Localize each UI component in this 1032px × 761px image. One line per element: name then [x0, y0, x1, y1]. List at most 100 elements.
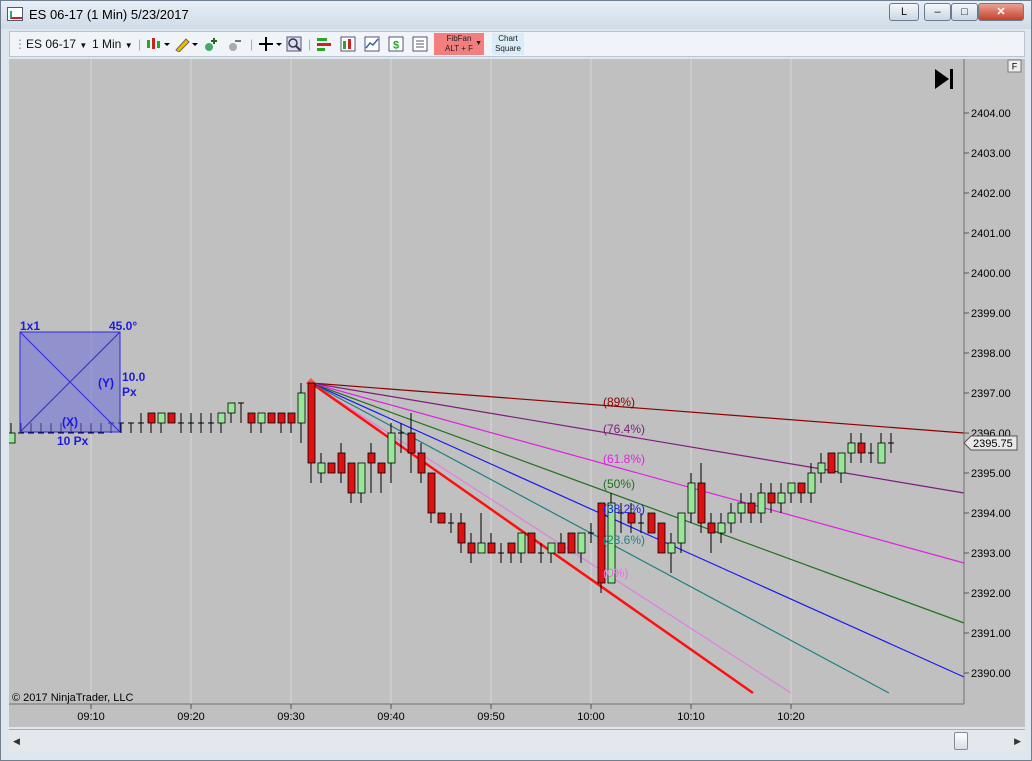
toolbar-separator: | — [308, 37, 312, 51]
square-angle-label: 45.0° — [109, 319, 137, 333]
dollar-icon[interactable]: $ — [388, 36, 404, 52]
scrollbar-thumb[interactable] — [954, 732, 968, 750]
close-button[interactable]: ✕ — [978, 3, 1024, 21]
x-tick-label: 09:10 — [77, 711, 105, 723]
candle-body — [727, 512, 736, 524]
panel-flag: F — [1012, 62, 1018, 72]
candle-body — [377, 462, 386, 474]
minimize-button[interactable]: – — [924, 3, 951, 21]
y-tick-label: 2395.00 — [971, 468, 1011, 480]
candle-body — [257, 412, 266, 424]
candle-body — [647, 512, 656, 534]
chart-square-label-line1: Chart — [498, 34, 518, 43]
last-price-marker: 2395.75 — [963, 435, 1018, 451]
x-tick-label: 10:20 — [777, 711, 805, 723]
window-title: ES 06-17 (1 Min) 5/23/2017 — [29, 7, 189, 22]
candle-body — [317, 462, 326, 474]
candle-body — [267, 412, 276, 424]
candle-body — [477, 542, 486, 554]
toolbar-grip: ⋮ — [14, 37, 26, 51]
y-tick-label: 2397.00 — [971, 388, 1011, 400]
candle-body — [417, 452, 426, 474]
candle-body — [147, 412, 156, 424]
candle-body — [457, 522, 466, 544]
x-tick-label: 10:00 — [577, 711, 605, 723]
y-tick-label: 2400.00 — [971, 268, 1011, 280]
candle-body — [547, 542, 556, 554]
candle-body — [657, 522, 666, 554]
toolbar-separator: | — [250, 37, 254, 51]
strategies-icon[interactable] — [316, 36, 332, 52]
candle-body — [857, 442, 866, 454]
scroll-left-icon[interactable]: ◀ — [13, 736, 20, 747]
square-x-value: 10 Px — [57, 434, 89, 448]
line-chart-icon[interactable] — [364, 36, 380, 52]
y-tick-label: 2392.00 — [971, 588, 1011, 600]
y-tick-label: 2399.00 — [971, 308, 1011, 320]
candle-body — [277, 412, 286, 424]
candle-body — [387, 432, 396, 464]
crosshair-icon[interactable] — [258, 36, 282, 52]
y-tick-label: 2390.00 — [971, 668, 1011, 680]
interval-selector[interactable]: 1 Min ▼ — [92, 35, 133, 53]
candle-body — [797, 482, 806, 494]
candle-body — [157, 412, 166, 424]
chart-panel[interactable]: (89%) (76.4%) (61.8%) (50%) (38.2%) (23.… — [7, 59, 1025, 727]
y-axis-labels: 2390.00 2391.00 2392.00 2393.00 2394.00 2395.… — [964, 108, 1011, 680]
zoom-icon[interactable] — [286, 36, 302, 52]
candle-body — [217, 412, 226, 424]
fib-label-0: (0%) — [603, 566, 628, 580]
instrument-selector[interactable]: ES 06-17 ▼ — [26, 35, 87, 53]
title-bar[interactable]: ES 06-17 (1 Min) 5/23/2017 L – □ ✕ — [1, 1, 1031, 29]
candle-body — [567, 532, 576, 554]
candle-body — [427, 472, 436, 514]
bar-chart-icon[interactable] — [340, 36, 356, 52]
remove-indicator-icon[interactable] — [228, 36, 244, 52]
fib-label-89: (89%) — [603, 395, 635, 409]
candle-body — [287, 412, 296, 424]
fib-label-23: (23.6%) — [603, 533, 645, 547]
price-chart[interactable]: (89%) (76.4%) (61.8%) (50%) (38.2%) (23.… — [7, 59, 1025, 727]
x-tick-label: 09:20 — [177, 711, 205, 723]
candle-body — [517, 532, 526, 554]
last-price-text: 2395.75 — [973, 438, 1013, 450]
maximize-button[interactable]: □ — [951, 3, 978, 21]
chart-square-button[interactable]: Chart Square — [492, 33, 524, 55]
candle-body — [487, 542, 496, 554]
candle-body — [557, 542, 566, 554]
svg-text:$: $ — [393, 40, 399, 52]
chevron-down-icon: ▼ — [79, 41, 88, 50]
candle-body — [507, 542, 516, 554]
link-button[interactable]: L — [889, 3, 919, 21]
candle-body — [717, 522, 726, 534]
x-tick-label: 10:10 — [677, 711, 705, 723]
add-indicator-icon[interactable] — [204, 36, 220, 52]
candle-body — [827, 452, 836, 474]
y-tick-label: 2404.00 — [971, 108, 1011, 120]
y-tick-label: 2393.00 — [971, 548, 1011, 560]
chart-toolbar: ⋮ ES 06-17 ▼ 1 Min ▼ | | | $ FibFan ALT … — [9, 31, 1025, 57]
y-tick-label: 2394.00 — [971, 508, 1011, 520]
chart-style-icon[interactable] — [146, 36, 170, 52]
scroll-right-icon[interactable]: ▶ — [1014, 736, 1021, 747]
chart-square-label-line2: Square — [495, 44, 521, 53]
horizontal-scrollbar[interactable]: ◀ ▶ — [9, 729, 1025, 751]
square-y-label: (Y) — [98, 376, 114, 390]
square-x-label: (X) — [62, 415, 78, 429]
candle-body — [227, 402, 236, 414]
chevron-down-icon: ▼ — [475, 40, 482, 47]
candle-body — [367, 452, 376, 464]
pencil-draw-icon[interactable] — [174, 36, 198, 52]
y-tick-label: 2398.00 — [971, 348, 1011, 360]
data-box-icon[interactable] — [412, 36, 428, 52]
candle-body — [327, 462, 336, 474]
candle-body — [877, 442, 886, 464]
y-tick-label: 2391.00 — [971, 628, 1011, 640]
candle-body — [667, 542, 676, 554]
candle-body — [757, 492, 766, 514]
plot-area[interactable] — [9, 59, 964, 704]
candle-body — [7, 432, 16, 444]
x-tick-label: 09:40 — [377, 711, 405, 723]
candle-body — [837, 452, 846, 474]
fibfan-button[interactable]: FibFan ALT + F ▼ — [434, 33, 484, 55]
